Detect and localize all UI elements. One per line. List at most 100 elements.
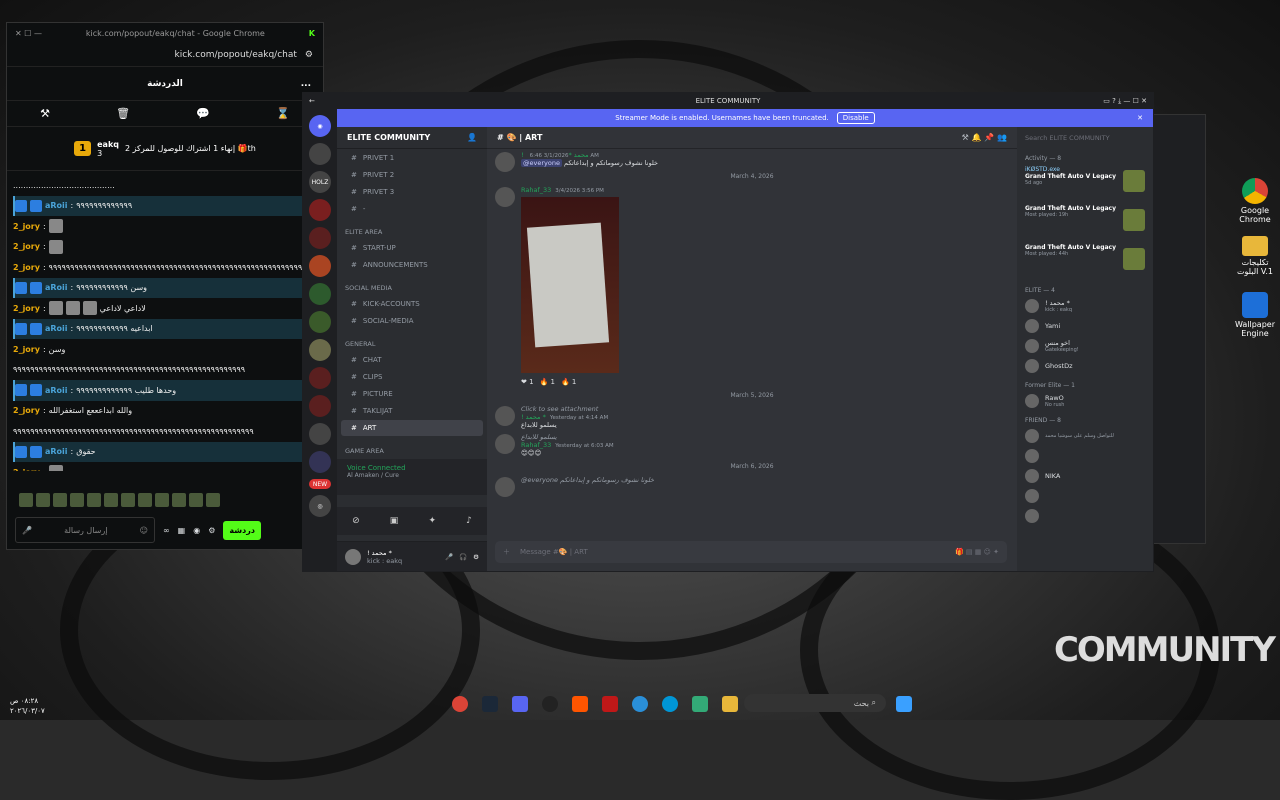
windows-start-icon[interactable] [896, 696, 912, 712]
channel-item[interactable]: # ART [341, 420, 483, 436]
chat-username[interactable]: 2_jory [13, 222, 40, 231]
server-header[interactable]: ELITE COMMUNITY 👤 [337, 127, 487, 149]
window-controls[interactable]: ✕ ☐ — [15, 29, 42, 38]
discord-home-icon[interactable]: ◉ [309, 115, 331, 137]
server-icon[interactable] [309, 395, 331, 417]
emote[interactable] [53, 493, 67, 507]
obs-icon[interactable] [542, 696, 558, 712]
chat-input[interactable]: 🎤 إرسال رسالة ☺ [15, 517, 155, 543]
emote[interactable] [70, 493, 84, 507]
send-button[interactable]: دردشة [223, 520, 261, 540]
emote[interactable] [138, 493, 152, 507]
emote[interactable] [19, 493, 33, 507]
emote[interactable] [36, 493, 50, 507]
explorer-icon[interactable] [722, 696, 738, 712]
server-icon[interactable] [309, 283, 331, 305]
server-icon[interactable]: HOLZ [309, 171, 331, 193]
soundcloud-icon[interactable] [572, 696, 588, 712]
channel-item[interactable]: # PICTURE [341, 386, 483, 402]
member-item[interactable] [1017, 486, 1153, 506]
emote[interactable] [172, 493, 186, 507]
chat-username[interactable]: aRoii [45, 201, 68, 210]
member-item[interactable]: NIKA [1017, 466, 1153, 486]
emote[interactable] [104, 493, 118, 507]
reply-preview[interactable]: Click to see attachment [521, 405, 1007, 413]
desktop-icon-chrome[interactable]: Google Chrome [1232, 178, 1278, 224]
channel-item[interactable]: # TAKLIJAT [341, 403, 483, 419]
chat-username[interactable]: 2_jory [13, 345, 40, 354]
member-item[interactable]: RawO No rush [1017, 391, 1153, 411]
channel-item[interactable]: # PRIVET 1 [341, 150, 483, 166]
member-item[interactable]: اخو منس Gatekeeping! [1017, 336, 1153, 356]
taskbar-search[interactable]: بحث ⌕ [744, 694, 886, 712]
tune-icon[interactable]: ⚙ [305, 50, 313, 60]
chat-username[interactable]: aRoii [45, 447, 68, 456]
new-badge[interactable]: NEW [309, 479, 331, 489]
server-icon[interactable] [309, 311, 331, 333]
chat-username[interactable]: 2_jory [13, 242, 40, 251]
avatar[interactable] [495, 406, 515, 426]
channel-item[interactable]: # CLIPS [341, 369, 483, 385]
screen-share-icon[interactable]: ▣ [390, 516, 399, 526]
server-icon[interactable] [309, 199, 331, 221]
avatar[interactable] [345, 548, 361, 565]
hp-icon[interactable] [662, 696, 678, 712]
activity-card[interactable]: iKØSTD.exe Grand Theft Auto V Legacy 5d ag… [1017, 164, 1153, 203]
back-icon[interactable]: ← [309, 97, 315, 105]
disable-button[interactable]: Disable [836, 112, 875, 124]
address-bar[interactable]: kick.com/popout/eakq/chat ⚙ [7, 43, 323, 67]
message-author[interactable]: Rahaf_33 [521, 441, 551, 449]
member-item[interactable]: ! محمد * kick : eakq [1017, 296, 1153, 316]
discovery-icon[interactable]: ◎ [309, 495, 331, 517]
reaction-button[interactable]: ❤ 1 [521, 378, 534, 386]
server-icon[interactable] [309, 423, 331, 445]
chat-bubble-icon[interactable]: 💬 [196, 107, 210, 120]
desktop-icon-folder[interactable]: تكليجات البلوت V.1 [1232, 236, 1278, 276]
headphones-icon[interactable]: 🎧 [459, 553, 467, 561]
member-item[interactable]: Yami [1017, 316, 1153, 336]
hourglass-icon[interactable]: ⌛ [276, 107, 290, 120]
store-icon[interactable] [692, 696, 708, 712]
chat-username[interactable]: aRoii [45, 283, 68, 292]
message-composer[interactable]: ＋ Message #🎨 | ART 🎁 ▤ ▦ ☺ ✦ [495, 541, 1007, 563]
message-author[interactable]: ! محمد * [521, 413, 546, 421]
channel-item[interactable]: # ANNOUNCEMENTS [341, 257, 483, 273]
channel-item[interactable]: # PRIVET 2 [341, 167, 483, 183]
server-icon[interactable] [309, 451, 331, 473]
mic-icon[interactable]: 🎤 [22, 526, 32, 535]
channel-item[interactable]: # PRIVET 3 [341, 184, 483, 200]
settings-icon[interactable]: ⚙ [208, 526, 215, 535]
reaction-button[interactable]: 🔥 1 [540, 378, 555, 386]
activity-card[interactable]: Grand Theft Auto V Legacy Most played: 19… [1017, 203, 1153, 242]
mcafee-icon[interactable] [602, 696, 618, 712]
chrome-icon[interactable] [452, 696, 468, 712]
avatar[interactable] [495, 477, 515, 497]
reaction-button[interactable]: 🔥 1 [561, 378, 576, 386]
channel-item[interactable]: # START-UP [341, 240, 483, 256]
chat-icon[interactable]: ◉ [193, 526, 200, 535]
window-controls[interactable]: ▭ ? ⤓ — ☐ ✕ [1103, 97, 1147, 106]
plus-icon[interactable]: ＋ [503, 547, 510, 557]
member-item[interactable]: GhostDz [1017, 356, 1153, 376]
reply-preview[interactable]: يسلمو للابداع [521, 433, 1007, 441]
emote[interactable] [206, 493, 220, 507]
discord-icon[interactable] [512, 696, 528, 712]
chat-username[interactable]: aRoii [45, 324, 68, 333]
app-icon[interactable] [632, 696, 648, 712]
channel-category[interactable]: GAME AREA [337, 437, 487, 458]
store-icon[interactable]: ▦ [178, 526, 186, 535]
settings-icon[interactable]: ⚙ [473, 553, 479, 561]
steam-icon[interactable] [482, 696, 498, 712]
add-user-icon[interactable]: 👤 [467, 133, 477, 142]
channel-item[interactable]: # CHAT [341, 352, 483, 368]
member-item[interactable] [1017, 446, 1153, 466]
mic-icon[interactable]: 🎤 [445, 553, 453, 561]
activity-card[interactable]: Grand Theft Auto V Legacy Most played: 44… [1017, 242, 1153, 281]
search-input[interactable]: Search ELITE COMMUNITY [1017, 127, 1153, 149]
message-author[interactable]: Rahaf_33 [521, 186, 551, 194]
channel-category[interactable]: GENERAL [337, 330, 487, 351]
avatar[interactable] [495, 434, 515, 454]
desktop-icon-wallpaper-engine[interactable]: Wallpaper Engine [1232, 292, 1278, 338]
channel-item[interactable]: # SOCIAL-MEDIA [341, 313, 483, 329]
emote[interactable] [189, 493, 203, 507]
